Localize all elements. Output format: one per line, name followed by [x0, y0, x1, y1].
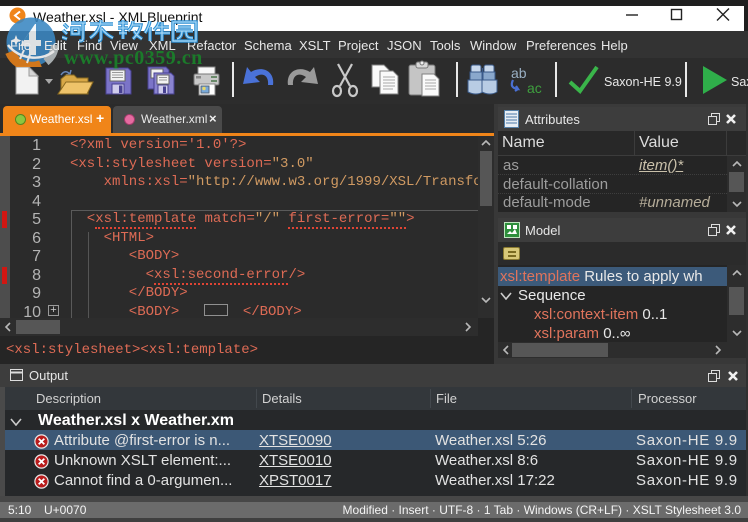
svg-text:ab: ab: [511, 65, 527, 81]
svg-text:ac: ac: [527, 80, 542, 96]
svg-text:Saxon-HE 9.9: Saxon-HE 9.9: [604, 75, 682, 89]
svg-text:Sax: Sax: [731, 75, 748, 89]
